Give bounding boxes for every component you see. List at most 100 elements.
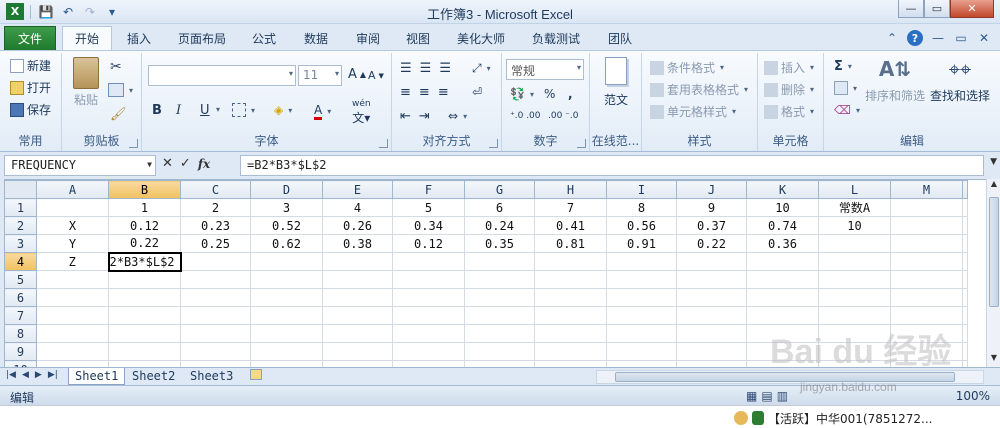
clipboard-launcher-icon[interactable] [129,139,138,148]
row-header[interactable]: 4 [4,252,37,271]
cell[interactable] [392,324,465,343]
doc-close-icon[interactable]: ✕ [976,30,992,46]
cell[interactable] [746,270,819,289]
formula-input[interactable]: =B2*B3*$L$2 [240,155,984,176]
tab-home[interactable]: 开始 [62,26,112,51]
cell[interactable]: 0.81 [534,234,607,253]
cell[interactable] [962,216,968,235]
prev-sheet-icon[interactable]: ◀ [22,370,29,380]
cell[interactable] [534,270,607,289]
vertical-align-buttons[interactable]: ☰ ☰ ☰ [400,61,451,76]
alignment-launcher-icon[interactable] [489,139,498,148]
cell[interactable] [606,324,677,343]
sheet-tab-sheet1[interactable]: Sheet1 [68,368,126,385]
cell[interactable]: 0.91 [606,234,677,253]
cell[interactable] [464,306,535,325]
active-cell[interactable]: 2*B3*$L$2 [107,251,182,272]
name-box[interactable]: FREQUENCY ▼ [4,155,156,176]
cell[interactable] [464,324,535,343]
sort-filter-button[interactable]: A⇅ 排序和筛选 [864,57,926,104]
cell[interactable]: Z [36,252,109,271]
cell[interactable] [108,324,181,343]
cell[interactable] [180,342,251,361]
fill-button[interactable]: ▾ [834,81,857,95]
tab-page-layout[interactable]: 页面布局 [170,26,234,50]
cell[interactable] [180,270,251,289]
cell[interactable] [890,270,963,289]
conditional-format-button[interactable]: 条件格式 ▾ [650,59,724,76]
cell[interactable] [322,342,393,361]
scroll-up-icon[interactable]: ▲ [988,179,1000,193]
last-sheet-icon[interactable]: ▶| [48,370,58,380]
cell[interactable]: 8 [606,198,677,217]
cell[interactable] [180,306,251,325]
cell[interactable] [890,234,963,253]
horizontal-align-buttons[interactable]: ≡ ≡ ≡ [400,85,449,100]
underline-dropdown[interactable]: ▾ [214,105,220,114]
cell[interactable] [746,324,819,343]
tab-formulas[interactable]: 公式 [244,26,284,50]
cell[interactable] [534,342,607,361]
row-header[interactable]: 6 [4,288,37,307]
cell[interactable]: 0.22 [108,234,181,253]
cell[interactable]: 0.74 [746,216,819,235]
currency-button[interactable]: 💱 ▾ [510,87,534,101]
cell[interactable] [392,306,465,325]
column-header[interactable]: F [392,180,465,199]
cell[interactable] [606,306,677,325]
column-header[interactable]: G [464,180,535,199]
column-header[interactable]: C [180,180,251,199]
cell[interactable] [962,252,968,271]
minimize-button[interactable]: — [898,0,924,18]
tab-data[interactable]: 数据 [296,26,336,50]
cell[interactable] [180,252,251,271]
number-launcher-icon[interactable] [577,139,586,148]
clear-button[interactable]: ⌫ ▾ [834,103,860,117]
cell[interactable] [464,288,535,307]
cell[interactable]: 3 [250,198,323,217]
cell[interactable] [606,252,677,271]
cell[interactable]: 2 [180,198,251,217]
tab-file[interactable]: 文件 [4,26,56,50]
restore-button[interactable]: ▭ [924,0,950,18]
cell[interactable]: 0.23 [180,216,251,235]
close-button[interactable]: ✕ [950,0,994,18]
row-header[interactable]: 9 [4,342,37,361]
save-ribbon-button[interactable]: 保存 [10,101,51,118]
wrap-text-button[interactable]: ⏎ [472,85,482,99]
cell[interactable] [392,288,465,307]
row-header[interactable]: 5 [4,270,37,289]
cell[interactable] [746,342,819,361]
tab-review[interactable]: 审阅 [348,26,388,50]
cell[interactable] [818,324,891,343]
cell[interactable] [890,198,963,217]
cell[interactable]: 0.12 [392,234,465,253]
cell-styles-button[interactable]: 单元格样式 ▾ [650,103,736,120]
cell[interactable]: 0.37 [676,216,747,235]
cell[interactable] [676,306,747,325]
cell[interactable]: 0.34 [392,216,465,235]
cancel-formula-icon[interactable]: ✕ [162,156,173,171]
help-icon[interactable]: ? [907,30,923,46]
cell[interactable] [818,306,891,325]
cell[interactable] [534,324,607,343]
cell[interactable] [606,342,677,361]
comma-button[interactable]: , [568,87,573,101]
cell[interactable] [676,252,747,271]
page-break-view-icon[interactable]: ▥ [777,389,788,403]
cell[interactable] [464,270,535,289]
cell[interactable] [606,270,677,289]
cell[interactable] [676,288,747,307]
cell[interactable] [36,306,109,325]
cell[interactable] [392,342,465,361]
cell[interactable] [534,252,607,271]
orientation-button[interactable]: ⤢ ▾ [472,61,491,76]
cell[interactable] [322,324,393,343]
decrease-decimal-button[interactable]: .00 ⁻.0 [548,111,579,121]
number-format-select[interactable]: 常规 ▾ [506,59,584,80]
paste-button[interactable]: 粘贴 [68,57,104,108]
cell[interactable] [962,342,968,361]
cell[interactable]: 0.26 [322,216,393,235]
sheet-tab-sheet3[interactable]: Sheet3 [184,368,239,385]
cell[interactable] [392,252,465,271]
